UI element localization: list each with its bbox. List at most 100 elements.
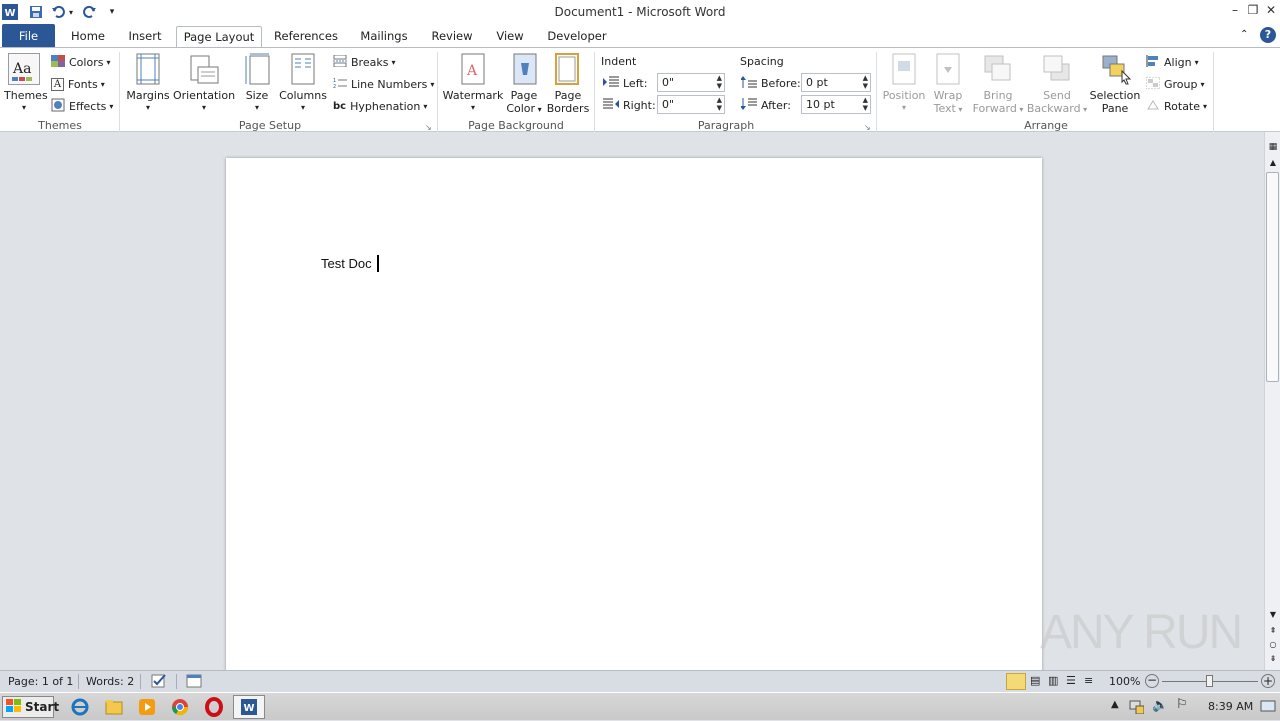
show-desktop-icon[interactable]	[1260, 698, 1276, 714]
internet-explorer-icon[interactable]	[70, 697, 90, 717]
document-page[interactable]	[226, 158, 1042, 678]
tab-insert[interactable]: Insert	[121, 26, 169, 48]
document-text[interactable]: Test Doc	[321, 256, 372, 271]
breaks-icon	[333, 54, 347, 70]
draft-view-icon[interactable]: ≡	[1084, 674, 1093, 687]
file-explorer-icon[interactable]	[104, 697, 124, 717]
show-hidden-icons-icon[interactable]: ▲	[1111, 699, 1119, 710]
vertical-scrollbar[interactable]: ▦ ▲ ▼ ⇞ ○ ⇟	[1264, 132, 1280, 670]
line-numbers-button[interactable]: 12 Line Numbers ▾	[333, 75, 434, 93]
colors-label: Colors	[69, 55, 104, 69]
colors-icon	[51, 54, 65, 70]
send-backward-icon	[1043, 55, 1071, 86]
selection-pane-button[interactable]: Selection Pane	[1088, 89, 1142, 115]
group-button[interactable]: Group ▾	[1145, 75, 1205, 93]
status-divider	[176, 674, 177, 689]
status-bar: Page: 1 of 1 Words: 2 ▤ ▥ ☰ ≡ 100% − +	[0, 670, 1280, 692]
network-icon[interactable]	[1128, 698, 1145, 715]
outline-view-icon[interactable]: ☰	[1066, 674, 1076, 687]
spacing-before-input[interactable]: 0 pt ▲ ▼	[801, 73, 871, 92]
indent-left-label-group: Left:	[603, 74, 647, 92]
next-page-icon[interactable]: ⇟	[1267, 654, 1279, 664]
send-backward-button[interactable]: Send Backward ▾	[1025, 89, 1089, 116]
full-screen-reading-icon[interactable]: ▤	[1030, 674, 1040, 687]
hyphenation-button[interactable]: bc Hyphenation ▾	[333, 97, 427, 115]
colors-button[interactable]: Colors ▾	[51, 53, 110, 71]
rotate-icon	[1146, 99, 1160, 114]
spacing-after-spinner-icon[interactable]: ▲ ▼	[863, 96, 868, 112]
indent-left-label: Left:	[623, 76, 648, 90]
tab-mailings[interactable]: Mailings	[353, 26, 415, 48]
indent-right-label: Right:	[623, 98, 656, 112]
print-layout-view-icon[interactable]	[1006, 673, 1026, 690]
proofing-icon[interactable]	[150, 673, 168, 692]
svg-text:W: W	[243, 703, 254, 714]
restore-button[interactable]: ❐	[1245, 2, 1261, 18]
paragraph-launcher-icon[interactable]: ↘	[864, 123, 871, 132]
word-taskbar-icon: W	[241, 699, 257, 715]
start-button[interactable]: Start	[2, 696, 59, 718]
previous-page-icon[interactable]: ⇞	[1267, 626, 1279, 636]
wrap-text-button[interactable]: Wrap Text ▾	[928, 89, 968, 116]
page-color-button[interactable]: Page Color ▾	[506, 89, 542, 116]
tab-file[interactable]: File	[2, 24, 55, 48]
minimize-button[interactable]: –	[1227, 2, 1243, 18]
macro-recording-icon[interactable]	[186, 673, 202, 692]
page-setup-launcher-icon[interactable]: ↘	[425, 123, 432, 132]
indent-left-input[interactable]: 0" ▲ ▼	[657, 73, 725, 92]
page-borders-button[interactable]: Page Borders	[546, 89, 590, 115]
indent-right-input[interactable]: 0" ▲ ▼	[657, 95, 725, 114]
svg-text:Aa: Aa	[12, 61, 31, 77]
zoom-in-icon[interactable]: +	[1261, 674, 1275, 688]
effects-button[interactable]: Effects ▾	[51, 97, 113, 115]
media-player-icon[interactable]	[137, 697, 157, 717]
chrome-icon[interactable]	[170, 697, 190, 717]
fonts-button[interactable]: A Fonts ▾	[51, 75, 105, 93]
select-browse-object-icon[interactable]: ○	[1267, 640, 1279, 650]
tab-home[interactable]: Home	[64, 26, 112, 48]
scroll-thumb[interactable]	[1266, 172, 1279, 382]
margins-dropdown-icon: ▾	[145, 103, 150, 112]
zoom-level[interactable]: 100%	[1109, 675, 1140, 688]
tab-review[interactable]: Review	[425, 26, 479, 48]
rotate-button[interactable]: Rotate ▾	[1146, 97, 1207, 115]
tab-developer[interactable]: Developer	[541, 26, 613, 48]
selection-pane-icon	[1102, 53, 1132, 88]
clock[interactable]: 8:39 AM	[1208, 700, 1253, 713]
web-layout-icon[interactable]: ▥	[1048, 674, 1058, 687]
position-dropdown-icon: ▾	[901, 103, 906, 112]
minimize-ribbon-icon[interactable]: ⌃	[1240, 29, 1248, 40]
action-center-flag-icon[interactable]: ⚐	[1176, 697, 1188, 712]
word-taskbar-button[interactable]: W	[233, 695, 265, 719]
watermark-dropdown-icon: ▾	[470, 103, 475, 112]
help-icon[interactable]: ?	[1260, 27, 1276, 43]
anyrun-watermark: ANY RUN	[1040, 606, 1243, 659]
bring-forward-icon	[984, 55, 1012, 86]
scroll-down-icon[interactable]: ▼	[1267, 610, 1279, 620]
zoom-slider-thumb[interactable]	[1206, 675, 1213, 687]
word-count[interactable]: Words: 2	[86, 675, 134, 688]
page-count[interactable]: Page: 1 of 1	[8, 675, 73, 688]
indent-left-spinner-icon[interactable]: ▲ ▼	[717, 74, 722, 90]
tab-view[interactable]: View	[490, 26, 530, 48]
indent-right-icon	[603, 98, 619, 113]
spacing-after-input[interactable]: 10 pt ▲ ▼	[801, 95, 871, 114]
scroll-up-icon[interactable]: ▲	[1267, 158, 1279, 168]
zoom-out-icon[interactable]: −	[1145, 674, 1159, 688]
effects-label: Effects	[69, 99, 107, 113]
send-backward-label-1: Send	[1043, 89, 1071, 102]
bring-forward-button[interactable]: Bring Forward ▾	[968, 89, 1028, 116]
align-button[interactable]: Align ▾	[1146, 53, 1199, 71]
svg-text:2: 2	[333, 84, 336, 89]
tab-references[interactable]: References	[270, 26, 342, 48]
wrap-text-label-2: Text	[933, 102, 956, 115]
opera-icon[interactable]	[204, 697, 224, 717]
ruler-toggle-icon[interactable]: ▦	[1267, 142, 1279, 154]
breaks-button[interactable]: Breaks ▾	[333, 53, 395, 71]
close-button[interactable]: ✕	[1263, 2, 1279, 18]
tab-page-layout[interactable]: Page Layout	[176, 26, 262, 49]
fonts-label: Fonts	[68, 77, 98, 91]
volume-icon[interactable]: 🔈	[1152, 698, 1168, 713]
indent-right-spinner-icon[interactable]: ▲ ▼	[717, 96, 722, 112]
spacing-before-spinner-icon[interactable]: ▲ ▼	[863, 74, 868, 90]
